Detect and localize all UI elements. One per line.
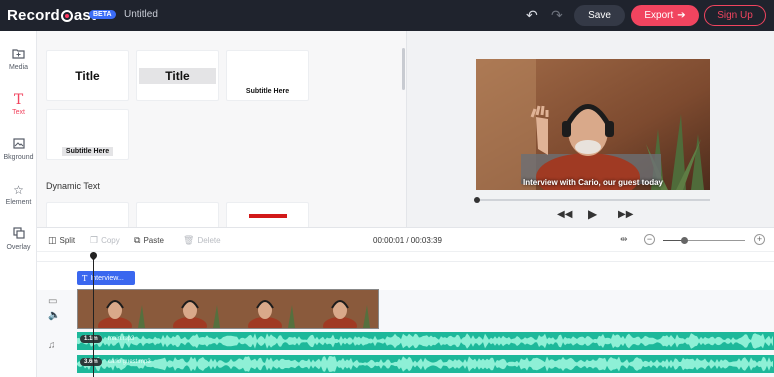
delete-label: Delete [197,236,221,245]
arrow-right-icon: ➔ [677,10,686,21]
timecode: 00:00:01 / 00:03:39 [373,236,442,245]
layers-icon [0,227,37,243]
video-track-icon: ▭ [48,296,58,307]
save-label: Save [588,10,611,21]
fast-forward-icon[interactable]: ▶▶ [618,209,633,220]
audio-track-1-name: main.mp3 [108,336,135,342]
text-icon: T [13,92,24,108]
text-track: T Interview... [37,262,774,290]
video-thumbnail [228,290,303,328]
redo-icon[interactable]: ↷ [551,7,563,24]
sidebar-item-element[interactable]: ☆ Element [0,179,37,215]
video-frame-image [476,59,710,190]
video-clip[interactable] [77,289,379,329]
sidebar-item-overlay[interactable]: Overlay [0,224,37,260]
timeline-ruler[interactable] [37,252,774,262]
folder-icon [0,47,37,63]
split-button[interactable]: ◫ Split [48,235,75,246]
audio-waveform [77,356,773,372]
trash-icon: 🗑 [183,235,195,245]
text-preset-title-background[interactable]: Title [136,50,219,101]
panel-scrollbar[interactable] [402,48,405,90]
star-icon: ☆ [13,183,24,197]
paste-label: Paste [143,236,164,245]
sidebar-label-overlay: Overlay [6,244,31,251]
sidebar-label-text: Text [12,109,25,116]
copy-icon: ❐ [90,235,99,245]
timeline: T Interview... ▭ 🔈 ♫ 1.1m main.mp3 3.6m … [37,250,774,377]
audio-track-1[interactable]: 1.1m main.mp3 [77,332,774,350]
preset-title-bg-text: Title [139,67,216,84]
video-thumbnail [153,290,228,328]
save-button[interactable]: Save [574,5,625,26]
sidebar-item-text[interactable]: T Text [0,89,37,125]
zoom-out-icon[interactable]: − [644,234,655,245]
text-clip[interactable]: T Interview... [77,271,135,285]
zoom-slider[interactable] [663,237,745,244]
copy-button[interactable]: ❐ Copy [90,235,120,246]
rewind-icon[interactable]: ◀◀ [557,209,572,220]
seek-knob[interactable] [474,197,480,203]
seek-bar[interactable] [474,197,710,203]
split-icon: ◫ [48,235,57,245]
dynamic-text-preset-2[interactable] [136,202,219,227]
timeline-toolbar: ◫ Split ❐ Copy ⧉ Paste 🗑 Delete 00:00:01 / 0… [37,227,774,252]
sign-up-label: Sign Up [717,10,753,21]
dynamic-text-preset-1[interactable] [46,202,129,227]
preset-subtitle-text: Subtitle Here [245,88,290,95]
split-label: Split [59,236,76,245]
video-caption: Interview with Cario, our guest today [522,178,664,187]
audio-track-2-duration: 3.6m [80,358,102,366]
play-icon[interactable]: ▶ [588,207,597,221]
sidebar-label-element: Element [5,199,32,206]
paste-icon: ⧉ [134,235,141,245]
copy-label: Copy [101,236,120,245]
top-bar: Record ast BETA Untitled ↶ ↷ Save Export ➔… [0,0,774,31]
preset-title-text: Title [75,68,100,83]
preview-area: Interview with Cario, our guest today ◀◀… [406,31,774,227]
text-clip-label: Interview... [90,274,124,282]
sidebar-label-background: Bkground [3,154,34,161]
record-dot-icon [60,9,73,22]
preset-subtitle-bg-text: Subtitle Here [61,147,114,156]
text-preset-title[interactable]: Title [46,50,129,101]
audio-track-2[interactable]: 3.6m cario guest.mp3 [77,355,774,373]
zoom-slider-knob[interactable] [680,237,688,244]
dynamic-preset-red-bar [249,214,287,218]
text-panel: Title Title Subtitle Here Subtitle Here … [37,31,406,227]
volume-icon[interactable]: 🔈 [48,310,60,321]
zoom-in-icon[interactable]: + [754,234,765,245]
text-preset-subtitle-background[interactable]: Subtitle Here [46,109,129,160]
paste-button[interactable]: ⧉ Paste [134,235,164,246]
sign-up-button[interactable]: Sign Up [704,5,766,26]
audio-track-2-name: cario guest.mp3 [108,359,151,365]
text-preset-subtitle[interactable]: Subtitle Here [226,50,309,101]
app-logo[interactable]: Record ast [7,7,96,24]
sidebar-label-media: Media [8,64,29,71]
export-button[interactable]: Export ➔ [631,5,699,26]
dynamic-text-heading: Dynamic Text [46,181,100,191]
playhead[interactable] [88,250,99,377]
left-sidebar: Media T Text Bkground ☆ Element Overlay [0,31,37,377]
audio-track-1-duration: 1.1m [80,335,102,343]
export-label: Export [644,10,674,21]
logo-text-record: Record [7,7,60,24]
beta-badge: BETA [89,10,116,19]
document-title[interactable]: Untitled [124,9,158,20]
audio-waveform [77,333,773,349]
image-icon [0,137,37,153]
undo-icon[interactable]: ↶ [526,7,538,24]
sidebar-item-media[interactable]: Media [0,44,37,80]
dynamic-text-preset-3[interactable] [226,202,309,227]
video-thumbnail [303,290,378,328]
video-thumbnail [78,290,153,328]
recordcast-editor: Record ast BETA Untitled ↶ ↷ Save Export ➔… [0,0,774,377]
text-clip-icon: T [82,273,88,283]
delete-button[interactable]: 🗑 Delete [183,235,221,246]
music-note-icon: ♫ [48,340,56,351]
video-preview[interactable]: Interview with Cario, our guest today [476,59,710,190]
fit-to-screen-icon[interactable]: ⇹ [620,234,628,245]
sidebar-item-background[interactable]: Bkground [0,134,37,170]
